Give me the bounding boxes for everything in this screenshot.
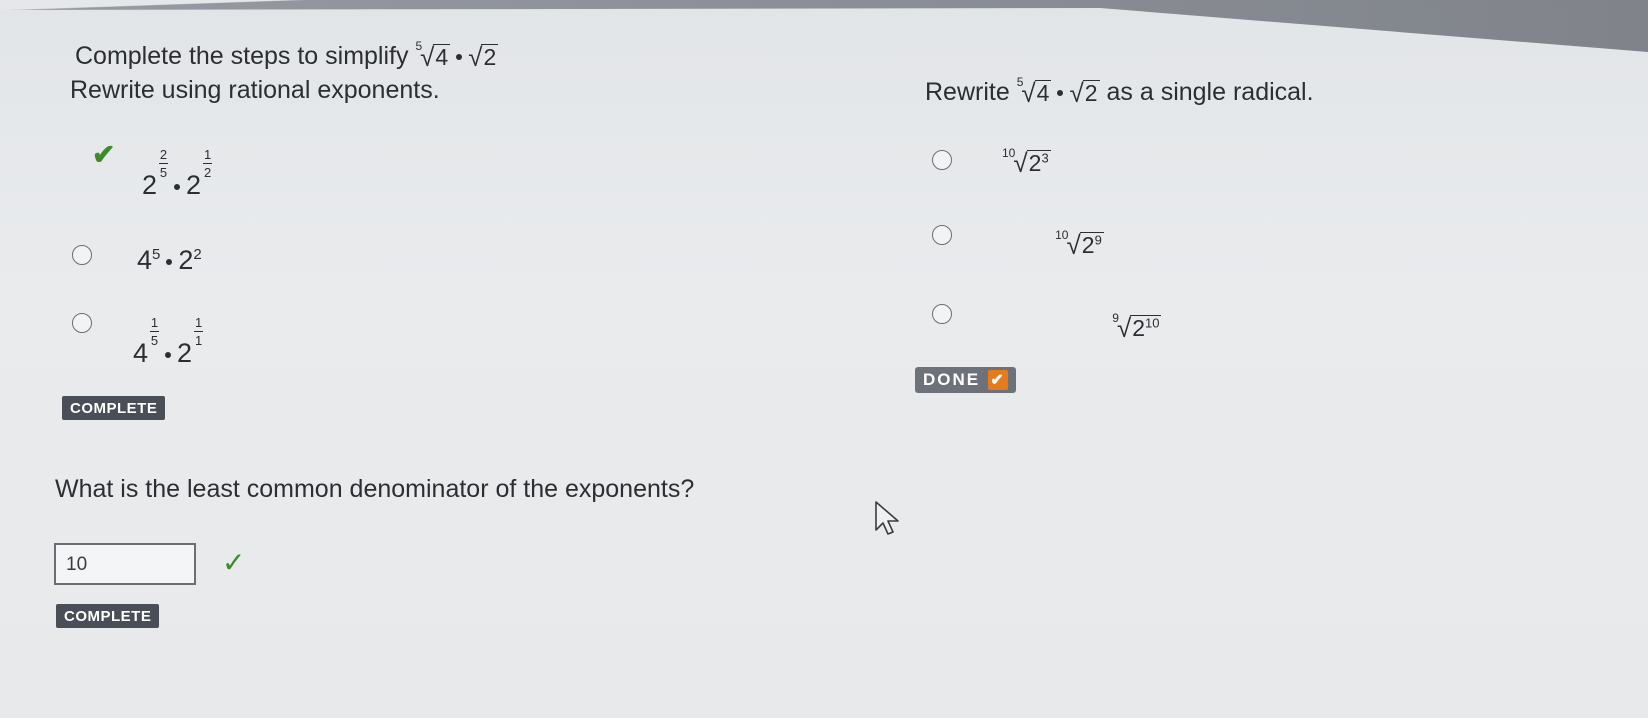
step1-option-2[interactable]: 45 22 xyxy=(137,245,202,276)
step1-complete-badge: COMPLETE xyxy=(62,396,166,420)
radical-option-2-radio[interactable] xyxy=(932,225,952,245)
step1-instruction: Rewrite using rational exponents. xyxy=(70,76,440,104)
step2-complete-badge: COMPLETE xyxy=(56,604,160,628)
problem-prompt: Complete the steps to simplify 5 √ 4 √ 2 xyxy=(75,39,499,73)
radical-option-1[interactable]: 10 √ 23 xyxy=(1002,146,1051,176)
fifth-root-4: 5 √ 4 xyxy=(415,39,451,73)
square-root-2: √ 2 xyxy=(468,42,499,73)
step1-option-1[interactable]: 225212 xyxy=(142,148,213,201)
square-root-2: √ 2 xyxy=(1069,78,1100,109)
radical-option-3-radio[interactable] xyxy=(932,304,952,324)
checkmark-icon: ✓ xyxy=(222,547,246,578)
radical-option-2[interactable]: 10 √ 29 xyxy=(1055,228,1104,258)
mouse-pointer-icon xyxy=(875,501,899,535)
checkmark-icon: ✔ xyxy=(988,370,1009,390)
radical-option-1-radio[interactable] xyxy=(932,150,952,170)
step2-question: What is the least common denominator of … xyxy=(55,475,695,503)
lcd-answer-field[interactable]: 10 xyxy=(54,543,196,585)
radical-option-3[interactable]: 9 √ 210 xyxy=(1112,311,1162,341)
step1-option-3[interactable]: 415211 xyxy=(133,316,204,369)
step1-option-3-radio[interactable] xyxy=(72,313,92,333)
radical-prompt: Rewrite 5 √ 4 √ 2 as a single radical. xyxy=(925,75,1314,109)
checkmark-icon: ✔ xyxy=(92,139,116,170)
step1-option-2-radio[interactable] xyxy=(72,245,92,265)
fifth-root-4: 5 √ 4 xyxy=(1016,75,1052,109)
done-button[interactable]: DONE ✔ xyxy=(915,367,1017,393)
